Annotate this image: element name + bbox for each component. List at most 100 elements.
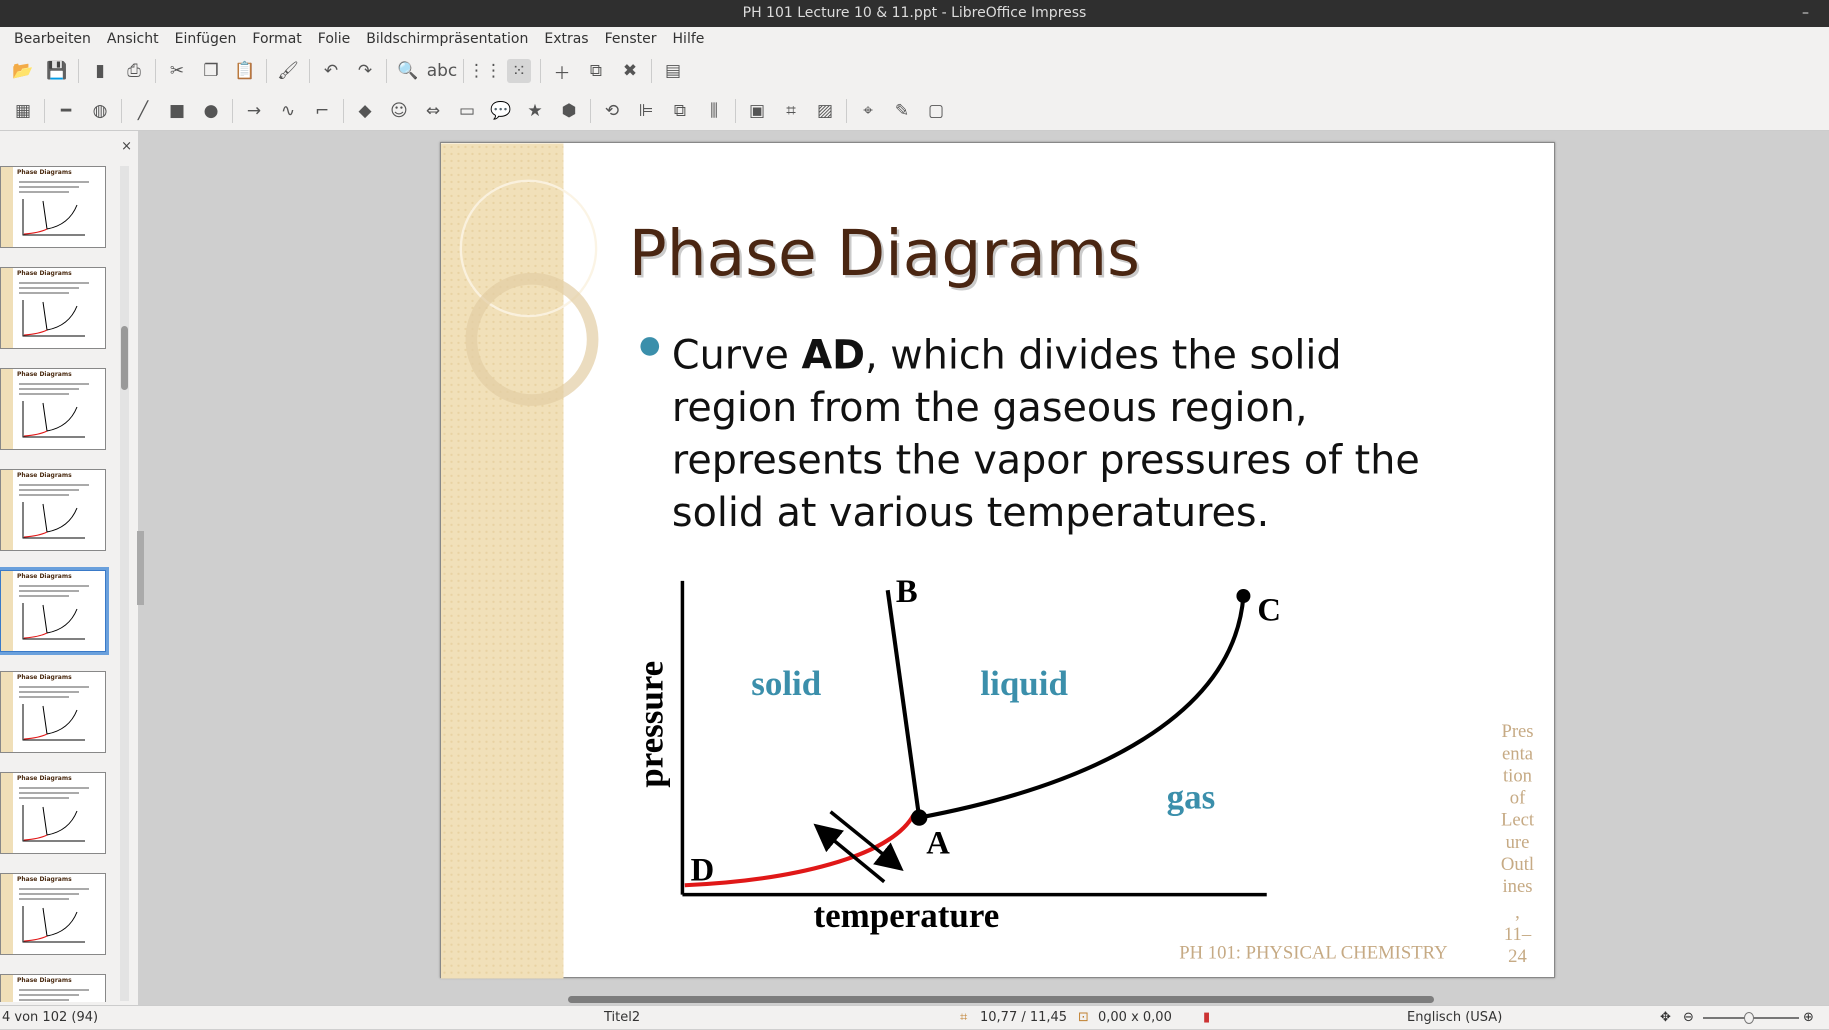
arrow-line-icon[interactable]: → <box>242 99 266 123</box>
slide-layout-icon[interactable]: ▤ <box>661 59 685 83</box>
clone-formatting-icon[interactable]: 🖌 <box>276 59 300 83</box>
toggle-extrusion-icon[interactable]: ▢ <box>924 99 948 123</box>
panel-collapse-handle[interactable] <box>137 531 144 605</box>
side-text-line: Pres <box>1501 721 1533 742</box>
line-icon[interactable]: ╱ <box>131 99 155 123</box>
slide-canvas[interactable]: Phase Diagrams Phase Diagrams Curve AD, … <box>440 142 1555 979</box>
paste-icon[interactable]: 📋 <box>233 59 257 83</box>
select-icon[interactable]: ▦ <box>11 99 35 123</box>
phase-diagram[interactable]: B C A D temperature pressure solid liqui… <box>632 574 1281 935</box>
find-replace-icon[interactable]: 🔍 <box>396 59 420 83</box>
snap-guides-icon[interactable]: ⁙ <box>507 59 531 83</box>
panel-scrollbar-thumb[interactable] <box>121 326 128 390</box>
slide-thumbnail[interactable]: Phase Diagrams <box>0 671 106 753</box>
ellipse-icon[interactable]: ● <box>199 99 223 123</box>
block-arrows-icon[interactable]: ⇔ <box>421 99 445 123</box>
bullet-line-3[interactable]: represents the vapor pressures of the <box>672 438 1420 484</box>
thumb-strip <box>1 773 13 853</box>
slide-position: 4 von 102 (94) <box>2 1010 99 1025</box>
slide-thumbnail[interactable]: Phase Diagrams <box>0 368 106 450</box>
menu-folie[interactable]: Folie <box>310 27 359 51</box>
language[interactable]: Englisch (USA) <box>1407 1006 1502 1030</box>
cut-icon[interactable]: ✂ <box>165 59 189 83</box>
slide-thumbnail[interactable]: Phase Diagrams <box>0 974 106 1002</box>
toolbar-separator <box>309 59 310 83</box>
spellcheck-icon[interactable]: abc <box>427 59 458 83</box>
bullet-line-1[interactable]: Curve AD, which divides the solid <box>672 333 1342 379</box>
thumb-text <box>19 691 79 693</box>
arrange-icon[interactable]: ⧉ <box>668 99 692 123</box>
thumb-text <box>19 888 89 890</box>
menu-extras[interactable]: Extras <box>536 27 596 51</box>
menu-bearbeiten[interactable]: Bearbeiten <box>6 27 99 51</box>
align-icon[interactable]: ⊫ <box>634 99 658 123</box>
thumb-strip <box>1 874 13 954</box>
crop-icon[interactable]: ⌗ <box>779 99 803 123</box>
export-pdf-icon[interactable]: ▮ <box>88 59 112 83</box>
delete-slide-icon[interactable]: ✖ <box>618 59 642 83</box>
thumb-text <box>19 287 79 289</box>
copy-icon[interactable]: ❐ <box>199 59 223 83</box>
basic-shapes-icon[interactable]: ◆ <box>353 99 377 123</box>
zoom-in-icon[interactable]: ⊕ <box>1803 1006 1814 1030</box>
side-text-line: 11– <box>1504 924 1532 945</box>
points-icon[interactable]: ⌖ <box>856 99 880 123</box>
slide-thumbnail[interactable]: Phase Diagrams <box>0 567 109 655</box>
star-icon[interactable]: ★ <box>523 99 547 123</box>
slide-thumbnail[interactable]: Phase Diagrams <box>0 166 106 248</box>
document-modified-icon[interactable]: ▮ <box>1203 1006 1210 1030</box>
slide-thumbnail[interactable]: Phase Diagrams <box>0 469 106 551</box>
redo-icon[interactable]: ↷ <box>353 59 377 83</box>
grid-icon[interactable]: ⋮⋮ <box>468 59 502 83</box>
zoom-slider-handle[interactable] <box>1744 1012 1754 1024</box>
thumb-text <box>19 994 79 996</box>
close-panel-button[interactable]: × <box>121 139 132 154</box>
print-icon[interactable]: ⎙ <box>122 59 146 83</box>
slide-footer[interactable]: PH 101: PHYSICAL CHEMISTRY <box>1179 943 1447 964</box>
thumb-diagram <box>22 603 85 640</box>
fill-color-icon[interactable]: ◍ <box>88 99 112 123</box>
glue-points-icon[interactable]: ✎ <box>890 99 914 123</box>
menu-bildschirmpräsentation[interactable]: Bildschirmpräsentation <box>358 27 536 51</box>
minimize-button[interactable]: – <box>1802 0 1809 27</box>
menu-einfügen[interactable]: Einfügen <box>167 27 245 51</box>
zoom-out-icon[interactable]: ⊖ <box>1683 1006 1694 1030</box>
horizontal-scrollbar[interactable] <box>146 994 1829 1005</box>
thumb-strip <box>1 268 13 348</box>
flowchart-icon[interactable]: ▭ <box>455 99 479 123</box>
filter-icon[interactable]: ▨ <box>813 99 837 123</box>
connector-icon[interactable]: ⌐ <box>310 99 334 123</box>
menu-ansicht[interactable]: Ansicht <box>99 27 167 51</box>
slide-thumbnail[interactable]: Phase Diagrams <box>0 873 106 955</box>
callout-icon[interactable]: 💬 <box>489 99 513 123</box>
3d-objects-icon[interactable]: ⬢ <box>557 99 581 123</box>
new-slide-icon[interactable]: ＋ <box>550 59 574 84</box>
region-solid: solid <box>751 664 822 703</box>
panel-scrollbar[interactable] <box>120 166 129 1001</box>
slide-thumbnail[interactable]: Phase Diagrams <box>0 267 106 349</box>
thumb-diagram <box>22 300 85 337</box>
bullet-line-2[interactable]: region from the gaseous region, <box>672 385 1308 431</box>
menu-format[interactable]: Format <box>244 27 309 51</box>
distribute-icon[interactable]: ⫼ <box>702 99 726 123</box>
slide-title[interactable]: Phase Diagrams <box>629 217 1140 290</box>
duplicate-slide-icon[interactable]: ⧉ <box>584 59 608 83</box>
symbol-shapes-icon[interactable]: ☺ <box>387 99 411 123</box>
save-icon[interactable]: 💾 <box>45 59 69 83</box>
shadow-icon[interactable]: ▣ <box>745 99 769 123</box>
rectangle-icon[interactable]: ■ <box>165 99 189 123</box>
toolbar-separator <box>44 98 45 123</box>
rotate-icon[interactable]: ⟲ <box>600 99 624 123</box>
undo-icon[interactable]: ↶ <box>319 59 343 83</box>
open-icon[interactable]: 📂 <box>11 59 35 83</box>
horizontal-scrollbar-thumb[interactable] <box>568 996 1434 1003</box>
menu-hilfe[interactable]: Hilfe <box>665 27 713 51</box>
menu-fenster[interactable]: Fenster <box>597 27 665 51</box>
bullet-line-4[interactable]: solid at various temperatures. <box>672 490 1269 536</box>
line-color-icon[interactable]: ━ <box>54 99 78 123</box>
slide-number-text[interactable]: PresentationofLectureOutlines,11–24 <box>1501 721 1535 967</box>
slide-thumbnail[interactable]: Phase Diagrams <box>0 772 106 854</box>
fit-slide-icon[interactable]: ✥ <box>1660 1006 1671 1030</box>
curve-icon[interactable]: ∿ <box>276 99 300 123</box>
layout-name: Titel2 <box>604 1010 641 1025</box>
